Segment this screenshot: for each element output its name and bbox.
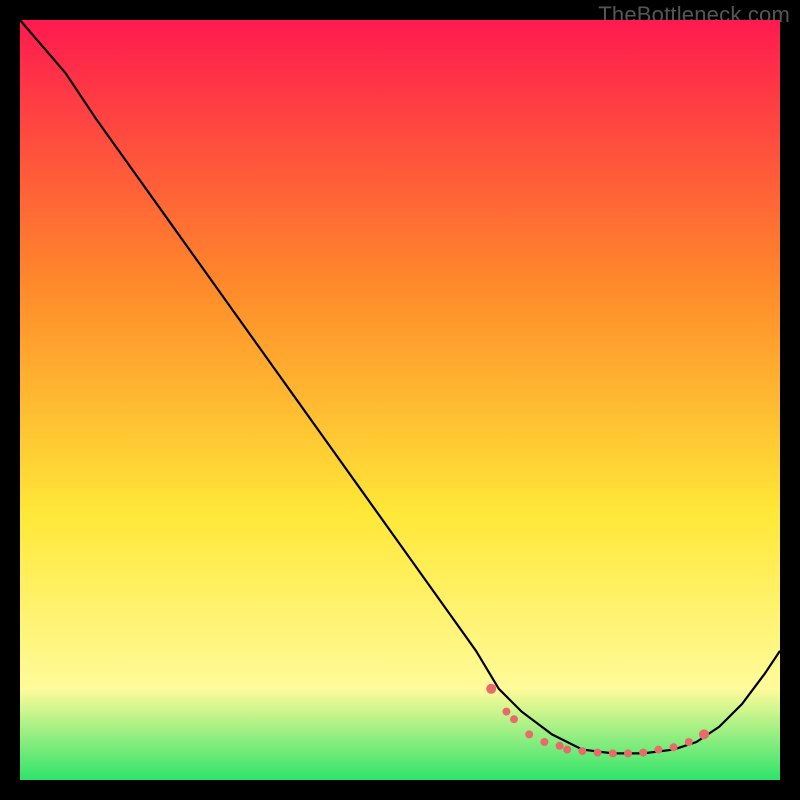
valley-marker	[556, 742, 564, 750]
valley-marker	[578, 747, 586, 755]
valley-marker	[624, 749, 632, 757]
valley-marker	[685, 738, 693, 746]
valley-marker	[654, 746, 662, 754]
valley-marker	[502, 708, 510, 716]
valley-marker	[563, 746, 571, 754]
plot-area	[20, 20, 780, 780]
valley-marker	[670, 743, 678, 751]
valley-marker	[639, 749, 647, 757]
chart-svg	[20, 20, 780, 780]
gradient-background	[20, 20, 780, 780]
valley-marker	[525, 730, 533, 738]
valley-marker	[609, 749, 617, 757]
valley-marker	[540, 738, 548, 746]
valley-marker	[594, 749, 602, 757]
chart-frame: TheBottleneck.com	[0, 0, 800, 800]
valley-marker	[699, 729, 709, 739]
valley-marker	[486, 684, 496, 694]
valley-marker	[510, 715, 518, 723]
